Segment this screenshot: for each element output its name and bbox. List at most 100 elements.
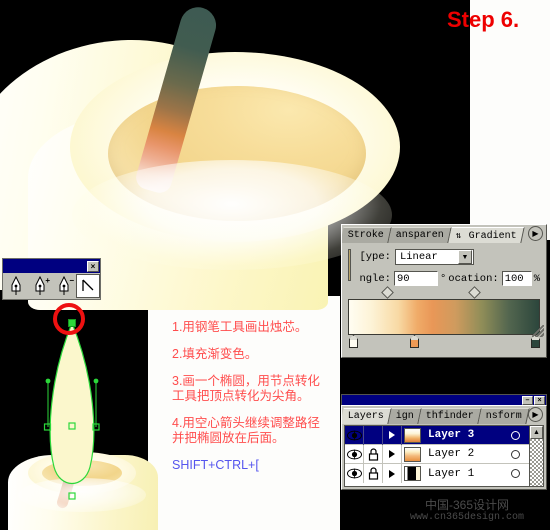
gradient-angle-unit: ° (439, 272, 447, 285)
gradient-angle-location-row: ngle: 90 ° ocation: 100 % (359, 271, 540, 286)
scroll-up-icon[interactable]: ▲ (530, 426, 543, 439)
flame-path-with-anchors[interactable] (42, 315, 102, 505)
canvas-white-area-right (470, 0, 550, 240)
tab-stroke[interactable]: Stroke (342, 227, 392, 243)
table-row[interactable]: Layer 2 (345, 444, 529, 464)
layer-expand-toggle[interactable] (383, 464, 402, 483)
lock-icon (368, 467, 378, 480)
layer-visibility-toggle[interactable] (345, 464, 364, 483)
layers-window[interactable]: – × Layers ign thfinder nsform ▶ Layer 3… (341, 394, 547, 494)
gradient-location-unit: % (533, 272, 540, 285)
tab-transform[interactable]: nsform (478, 408, 530, 424)
gradient-stop-middle[interactable] (410, 335, 419, 348)
layer-expand-toggle[interactable] (383, 444, 402, 464)
layers-scrollbar[interactable]: ▲ (529, 426, 543, 486)
gradient-type-label: [ype: (359, 251, 391, 263)
layer-target-indicator[interactable] (511, 469, 520, 478)
gradient-stop-start-color (350, 340, 357, 347)
eye-icon (346, 430, 362, 440)
layers-rows: Layer 3 Layer 2 Layer 1 (345, 425, 529, 486)
gradient-slider[interactable] (348, 286, 540, 348)
watermark: 中国-365设计网 www.cn365design.com (410, 498, 524, 524)
instruction-text-block: 1.用钢笔工具画出烛芯。 2.填充渐变色。 3.画一个椭圆，用节点转化工具把顶点… (172, 320, 332, 473)
layers-window-titlebar[interactable]: – × (341, 394, 547, 405)
layer-name-label: Layer 3 (428, 429, 475, 441)
page-title: Step 6. (447, 7, 520, 32)
tab-layers[interactable]: Layers (342, 408, 392, 424)
gradient-panel[interactable]: Stroke ansparen ⇅ Gradient ▶ [ype: Linea… (341, 224, 547, 358)
gradient-type-value: Linear (399, 251, 438, 263)
tab-transparency[interactable]: ansparen (388, 227, 452, 243)
layer-name-label: Layer 1 (428, 467, 475, 480)
tab-layers-label: Layers (347, 411, 384, 422)
instruction-line-2: 2.填充渐变色。 (172, 347, 258, 361)
gradient-angle-input[interactable]: 90 (393, 271, 438, 286)
gradient-angle-label: ngle: (359, 272, 391, 285)
minimize-icon[interactable]: – (522, 395, 533, 405)
close-icon[interactable]: × (87, 260, 99, 272)
convert-anchor-arrow-icon (82, 279, 94, 291)
tab-align[interactable]: ign (388, 408, 422, 424)
layer-visibility-toggle[interactable] (345, 425, 364, 445)
tab-align-label: ign (395, 411, 414, 422)
pen-tool-palette[interactable]: × + − (2, 258, 101, 300)
gradient-type-select[interactable]: Linear ▼ (394, 249, 474, 265)
gradient-midpoint-marker-2[interactable] (468, 286, 481, 299)
eye-icon (346, 468, 362, 479)
screenshot-root: Step 6. × + − 1.用钢笔工具画出烛芯。 2.填充渐变色。 3.画一… (0, 0, 550, 530)
eye-icon (346, 449, 362, 459)
layer-thumbnail (404, 427, 421, 443)
layer-target-indicator[interactable] (511, 430, 520, 440)
watermark-url: www.cn365design.com (410, 512, 525, 523)
layer-thumbnail (404, 466, 421, 481)
chevron-down-icon[interactable]: ▼ (457, 250, 472, 264)
gradient-stop-end-color (532, 340, 539, 347)
gradient-panel-tabstrip: Stroke ansparen ⇅ Gradient ▶ (342, 225, 546, 243)
table-row[interactable]: Layer 1 (345, 464, 529, 483)
instruction-line-3: 3.画一个椭圆，用节点转化工具把顶点转化为尖角。 (172, 374, 320, 403)
pen-palette-tools: + − (3, 273, 100, 299)
layer-lock-toggle[interactable] (364, 464, 383, 483)
table-row[interactable]: Layer 3 (345, 425, 529, 445)
resize-arrows-icon: ⇅ (455, 231, 462, 241)
convert-anchor-point-tool-button[interactable] (76, 274, 100, 298)
layers-panel-menu-button[interactable]: ▶ (528, 407, 543, 422)
layer-target-indicator[interactable] (511, 449, 520, 459)
panel-resize-grip[interactable] (532, 325, 544, 337)
flame-shape-fill (49, 321, 95, 484)
highlight-circle-annotation (53, 303, 85, 335)
gradient-stop-middle-color (411, 340, 418, 347)
instruction-line-1: 1.用钢笔工具画出烛芯。 (172, 320, 308, 334)
tab-gradient[interactable]: ⇅ Gradient (448, 227, 526, 243)
tab-pathfinder[interactable]: thfinder (418, 408, 482, 424)
lock-icon (368, 447, 378, 461)
gradient-location-input[interactable]: 100 (501, 271, 532, 286)
gradient-location-label: ocation: (448, 272, 499, 285)
layer-expand-toggle[interactable] (383, 425, 402, 445)
gradient-midpoint-marker-1[interactable] (381, 286, 394, 299)
minus-glyph: − (69, 276, 74, 285)
layer-lock-toggle[interactable] (364, 425, 383, 445)
layer-lock-toggle[interactable] (364, 444, 383, 464)
gradient-ramp[interactable] (348, 299, 540, 335)
tab-transform-label: nsform (485, 411, 522, 422)
tab-stroke-label: Stroke (347, 230, 384, 241)
instruction-line-4: 4.用空心箭头继续调整路径并把椭圆放在后面。 (172, 416, 320, 445)
scroll-track[interactable] (530, 439, 543, 486)
close-icon[interactable]: × (534, 395, 545, 405)
pen-tool-button[interactable] (4, 274, 28, 298)
add-anchor-point-tool-button[interactable]: + (28, 274, 52, 298)
gradient-panel-menu-button[interactable]: ▶ (528, 226, 543, 241)
gradient-panel-body: [ype: Linear ▼ ngle: 90 ° ocation: 100 % (342, 243, 546, 348)
pen-palette-titlebar[interactable]: × (3, 259, 100, 273)
layer-visibility-toggle[interactable] (345, 444, 364, 464)
plus-glyph: + (45, 276, 50, 285)
gradient-preview-swatch[interactable] (348, 249, 352, 281)
panel-menu-icon: ▶ (532, 410, 539, 419)
layer-name-label: Layer 2 (428, 448, 475, 460)
gradient-stop-start[interactable] (349, 335, 358, 348)
delete-anchor-point-tool-button[interactable]: − (52, 274, 76, 298)
gradient-type-row: [ype: Linear ▼ ngle: 90 ° ocation: 100 % (348, 249, 540, 286)
pen-icon (11, 276, 21, 295)
tab-transparency-label: ansparen (395, 230, 444, 241)
